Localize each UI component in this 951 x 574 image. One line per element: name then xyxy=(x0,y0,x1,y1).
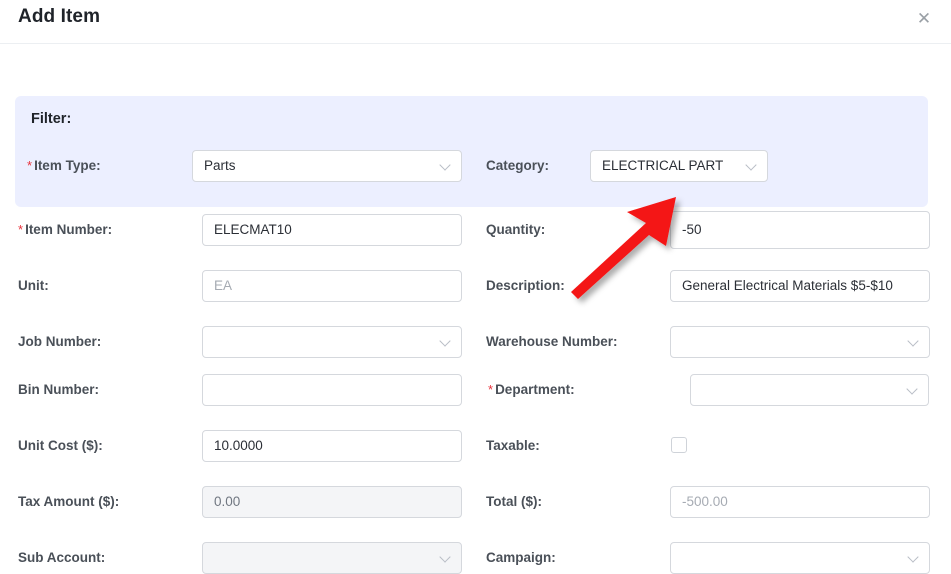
label-unit-cost: Unit Cost ($): xyxy=(18,438,103,453)
label-sub-account: Sub Account: xyxy=(18,550,106,565)
item-type-value: Parts xyxy=(204,158,236,173)
label-department: * Department: xyxy=(488,382,575,397)
label-description: Description: xyxy=(486,278,565,293)
chevron-down-icon xyxy=(440,160,451,171)
label-quantity: Quantity: xyxy=(486,222,546,237)
page-title: Add Item xyxy=(18,6,101,27)
chevron-down-icon xyxy=(746,160,757,171)
chevron-down-icon xyxy=(907,384,918,395)
unit-cost-value: 10.0000 xyxy=(214,438,263,453)
modal-header: Add Item ✕ xyxy=(0,0,951,44)
unit-input[interactable]: EA xyxy=(202,270,462,302)
job-number-select[interactable] xyxy=(202,326,462,358)
label-campaign: Campaign: xyxy=(486,550,556,565)
quantity-input[interactable]: -50 xyxy=(670,211,930,249)
required-marker-department: * xyxy=(488,382,494,397)
label-item-number: * Item Number: xyxy=(18,222,113,237)
campaign-select[interactable] xyxy=(670,542,930,574)
category-value: ELECTRICAL PART xyxy=(602,158,724,173)
tax-amount-input: 0.00 xyxy=(202,486,462,518)
item-number-value: ELECMAT10 xyxy=(214,222,292,237)
unit-cost-input[interactable]: 10.0000 xyxy=(202,430,462,462)
label-item-type: * Item Type: xyxy=(27,158,101,173)
quantity-value: -50 xyxy=(682,222,702,237)
filter-heading: Filter: xyxy=(31,111,72,127)
category-select[interactable]: ELECTRICAL PART xyxy=(590,150,768,182)
bin-number-input[interactable] xyxy=(202,374,462,406)
modal-body: Filter: * Item Type: Parts Category: ELEC… xyxy=(0,44,951,574)
label-total: Total ($): xyxy=(486,494,542,509)
total-value: -500.00 xyxy=(682,494,728,509)
sub-account-select xyxy=(202,542,462,574)
label-unit: Unit: xyxy=(18,278,49,293)
chevron-down-icon xyxy=(908,552,919,563)
description-input[interactable]: General Electrical Materials $5-$10 xyxy=(670,270,930,302)
unit-value: EA xyxy=(214,278,233,293)
item-number-input[interactable]: ELECMAT10 xyxy=(202,214,462,246)
description-value: General Electrical Materials $5-$10 xyxy=(682,278,893,293)
chevron-down-icon xyxy=(440,552,451,563)
filter-panel: Filter: xyxy=(15,96,928,207)
tax-amount-value: 0.00 xyxy=(214,494,241,509)
item-type-select[interactable]: Parts xyxy=(192,150,462,182)
total-input: -500.00 xyxy=(670,486,930,518)
taxable-checkbox[interactable] xyxy=(671,437,687,453)
close-icon[interactable]: ✕ xyxy=(913,8,935,30)
required-marker-item-type: * xyxy=(27,158,33,173)
label-warehouse-number: Warehouse Number: xyxy=(486,334,618,349)
label-job-number: Job Number: xyxy=(18,334,102,349)
label-bin-number: Bin Number: xyxy=(18,382,100,397)
department-select[interactable] xyxy=(690,374,929,406)
label-tax-amount: Tax Amount ($): xyxy=(18,494,120,509)
required-marker-item-number: * xyxy=(18,222,24,237)
label-taxable: Taxable: xyxy=(486,438,540,453)
warehouse-number-select[interactable] xyxy=(670,326,930,358)
chevron-down-icon xyxy=(908,336,919,347)
label-category: Category: xyxy=(486,158,550,173)
chevron-down-icon xyxy=(440,336,451,347)
